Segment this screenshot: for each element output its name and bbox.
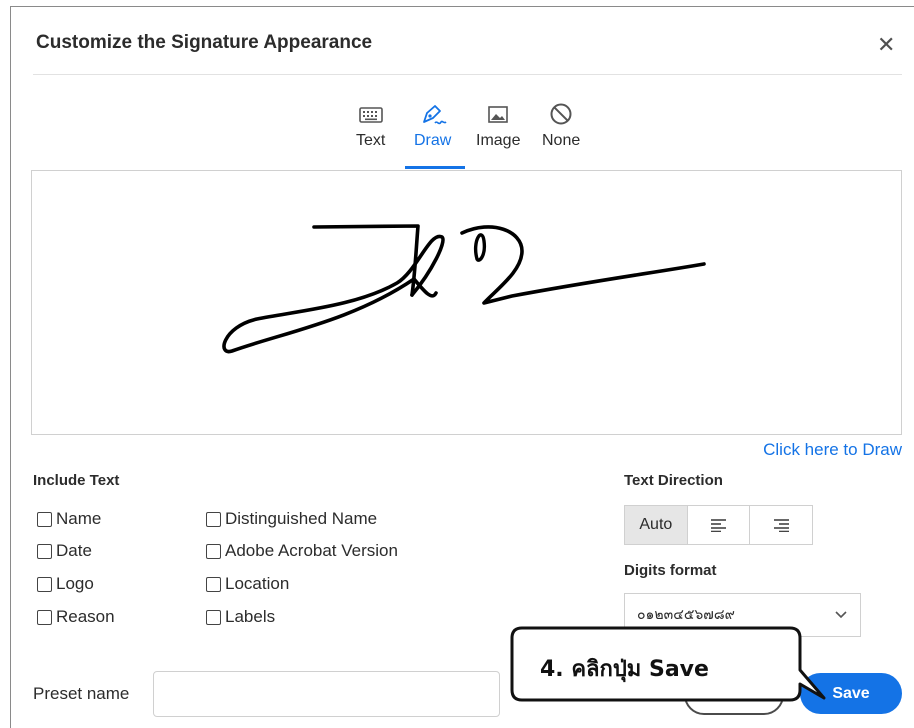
callout-bubble (510, 626, 826, 702)
callout-text: 4. คลิกปุ่ม Save (540, 657, 709, 682)
